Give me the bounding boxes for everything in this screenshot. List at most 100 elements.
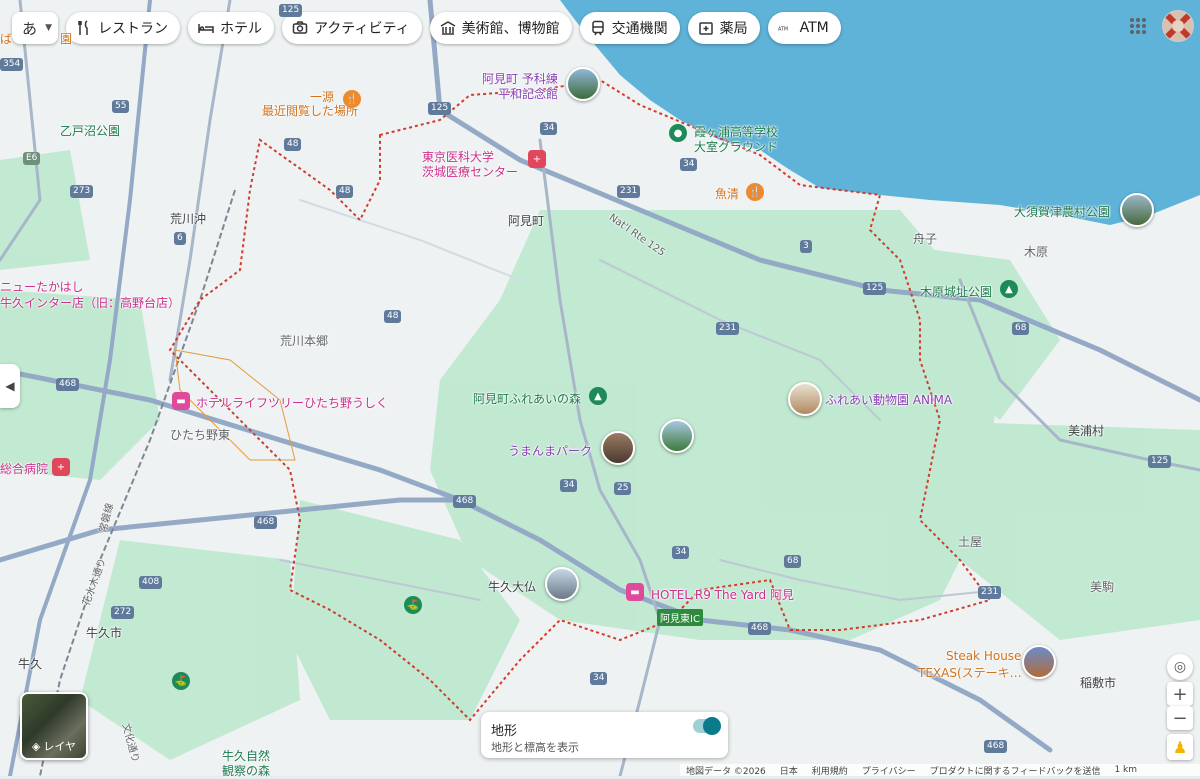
route-shield: 125 — [1148, 455, 1172, 468]
zoom-out-button[interactable]: − — [1167, 706, 1193, 730]
hospital-pin-icon[interactable]: + — [52, 458, 70, 476]
station-label-ushiku[interactable]: 牛久 — [18, 655, 42, 672]
photo-pin-daibutsu[interactable] — [545, 567, 579, 601]
route-shield: 125 — [428, 102, 452, 115]
train-icon — [591, 20, 604, 36]
my-location-button[interactable]: ◎ — [1167, 654, 1193, 680]
plus-icon: + — [1172, 683, 1188, 705]
place-label-kihara: 木原 — [1024, 245, 1049, 259]
route-shield: 3 — [800, 240, 812, 253]
place-label-miho-village: 美浦村 — [1068, 424, 1105, 438]
chip-pharmacy[interactable]: 薬局 — [687, 12, 760, 44]
photo-pin-osuga[interactable] — [1120, 193, 1154, 227]
footer-feedback-link[interactable]: プロダクトに関するフィードバックを送信 — [930, 764, 1101, 777]
route-shield: 231 — [978, 586, 1002, 599]
photo-pin-zoo[interactable] — [788, 382, 822, 416]
park-pin-icon[interactable]: ▲ — [1000, 280, 1018, 298]
golf-pin-icon[interactable]: ⛳ — [172, 672, 190, 690]
poi-label-ushiku-daibutsu[interactable]: 牛久大仏 — [488, 578, 536, 595]
crosshair-icon: ◎ — [1173, 659, 1187, 675]
chip-restaurants[interactable]: レストラン — [66, 12, 180, 44]
poi-label-kihara-castle-park[interactable]: 木原城址公園 — [920, 283, 992, 300]
poi-label-fureai-forest[interactable]: 阿見町ふれあいの森 — [473, 390, 581, 407]
place-label-funako: 舟子 — [913, 232, 938, 246]
chip-hotels[interactable]: ホテル — [188, 12, 274, 44]
poi-label-ushiku-nature-2[interactable]: 観察の森 — [222, 762, 270, 779]
terrain-title: 地形 — [491, 724, 518, 739]
route-shield: 48 — [284, 138, 302, 151]
poi-label-otodo-park[interactable]: 乙戸沼公園 — [60, 122, 120, 139]
poi-label-steak-house-2[interactable]: TEXAS(ステーキ… — [918, 664, 1022, 681]
poi-label-hotel-r9[interactable]: HOTEL R9 The Yard 阿見 — [651, 586, 794, 603]
chip-label: 美術館、博物館 — [461, 21, 560, 37]
poi-label-edge-ba[interactable]: ば — [0, 30, 12, 47]
route-shield: 34 — [680, 158, 698, 171]
map-footer: 地図データ ©2026 日本 利用規約 プライバシー プロダクトに関するフィード… — [680, 764, 1200, 777]
hotel-pin-icon[interactable]: ▬ — [172, 392, 190, 410]
park-pin-icon[interactable]: ▲ — [589, 387, 607, 405]
route-shield: 468 — [56, 378, 80, 391]
photo-pin-field[interactable] — [660, 419, 694, 453]
school-pin-icon[interactable]: ● — [669, 124, 687, 142]
poi-label-edge-en[interactable]: 園 — [60, 30, 72, 47]
golf-pin-icon[interactable]: ⛳ — [404, 596, 422, 614]
route-shield: 68 — [1012, 322, 1030, 335]
street-view-pegman-button[interactable]: ♟ — [1167, 734, 1193, 760]
chip-transit[interactable]: 交通機関 — [579, 12, 680, 44]
hotel-pin-icon[interactable]: ▬ — [626, 583, 644, 601]
chip-activities[interactable]: アクティビティ — [282, 12, 422, 44]
route-shield: 468 — [254, 516, 278, 529]
route-shield: E6 — [23, 152, 41, 165]
footer-privacy-link[interactable]: プライバシー — [862, 764, 916, 777]
route-shield: 55 — [112, 100, 130, 113]
place-label-ami-town[interactable]: 阿見町 — [508, 212, 544, 229]
terrain-subtitle: 地形と標高を表示 — [491, 741, 579, 754]
restaurant-pin-icon[interactable]: 🍴 — [343, 90, 361, 108]
poi-label-new-takahashi-2[interactable]: 牛久インター店（旧：高野台店） — [0, 294, 180, 311]
poi-label-kasumigaura-2[interactable]: 大室グラウンド — [694, 138, 778, 155]
zoom-in-button[interactable]: + — [1167, 682, 1193, 706]
poi-label-tokyo-ika-2[interactable]: 茨城医療センター — [422, 163, 518, 180]
collapse-side-panel-button[interactable]: ◀ — [0, 364, 20, 408]
chip-atm[interactable]: ATM ATM — [767, 12, 841, 44]
poi-label-fureai-zoo[interactable]: ふれあい動物園 ANIMA — [825, 391, 952, 408]
terrain-toggle-switch[interactable] — [693, 717, 721, 735]
restaurant-pin-icon[interactable]: 🍴 — [746, 183, 764, 201]
svg-text:ATM: ATM — [778, 26, 788, 32]
route-shield: 272 — [111, 606, 135, 619]
apps-grid-icon[interactable] — [1128, 16, 1148, 36]
photo-pin-yokaren[interactable] — [566, 67, 600, 101]
scale-bar[interactable]: 1 km — [1114, 765, 1137, 775]
account-avatar[interactable] — [1162, 10, 1194, 42]
place-label-ushiku-city: 牛久市 — [86, 626, 123, 640]
chip-label: ATM — [799, 20, 829, 36]
chevron-down-icon[interactable]: ▼ — [45, 23, 52, 33]
route-shield: 25 — [614, 482, 632, 495]
poi-label-uosei[interactable]: 魚清 — [715, 185, 739, 202]
poi-label-umanma-park[interactable]: うまんまパーク — [508, 442, 592, 459]
station-label-arakawaoki[interactable]: 荒川沖 — [170, 210, 206, 227]
poi-label-hotel-lifetree[interactable]: ホテルライフツリーひたち野うしく — [196, 394, 388, 411]
interchange-label-ami-higashi[interactable]: 阿見東IC — [657, 609, 703, 626]
footer-terms-link[interactable]: 利用規約 — [812, 764, 848, 777]
route-shield: 34 — [560, 479, 578, 492]
poi-label-recently-viewed: 最近閲覧した場所 — [262, 104, 359, 118]
poi-label-steak-house-1[interactable]: Steak House — [946, 649, 1021, 663]
route-shield: 468 — [984, 740, 1008, 753]
pegman-icon: ♟ — [1172, 737, 1188, 757]
poi-label-new-takahashi-1[interactable]: ニューたかはし — [0, 278, 84, 295]
minus-icon: − — [1172, 707, 1188, 729]
input-language-toggle[interactable]: あ ▼ — [12, 12, 58, 44]
poi-label-osuga-park[interactable]: 大須賀津農村公園 — [1014, 203, 1110, 220]
hospital-pin-icon[interactable]: + — [528, 150, 546, 168]
route-shield: 125 — [279, 4, 303, 17]
route-shield: 125 — [863, 282, 887, 295]
chevron-left-icon: ◀ — [5, 379, 15, 393]
poi-label-general-hospital[interactable]: 総合病院 — [0, 460, 48, 477]
layers-button[interactable]: ◈ レイヤ — [20, 692, 88, 760]
photo-pin-umanma[interactable] — [601, 431, 635, 465]
footer-country[interactable]: 日本 — [780, 764, 798, 777]
chip-museums[interactable]: 美術館、博物館 — [429, 12, 572, 44]
photo-pin-steak-house[interactable] — [1022, 645, 1056, 679]
poi-label-yokaren-2[interactable]: 平和記念館 — [498, 85, 558, 102]
